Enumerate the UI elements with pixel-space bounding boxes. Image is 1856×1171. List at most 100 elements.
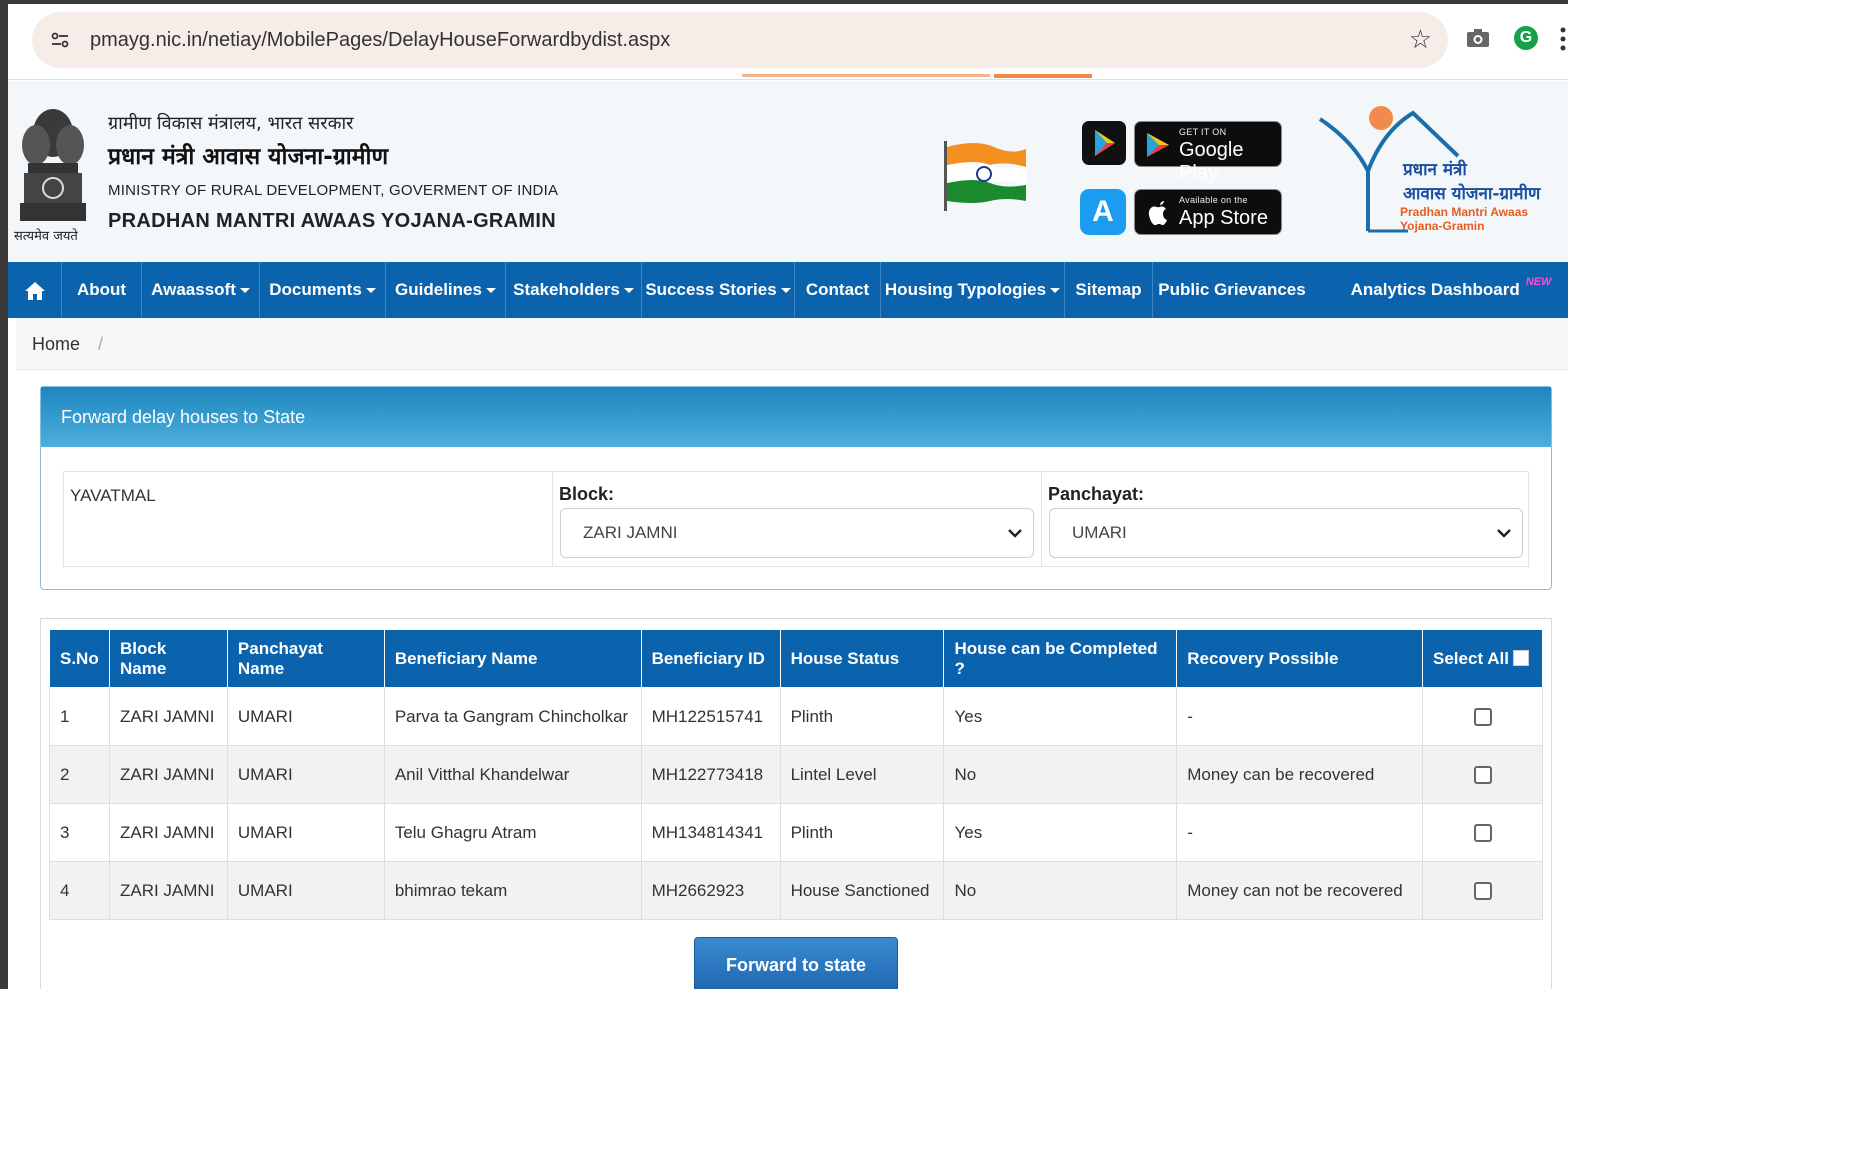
- forward-to-state-button[interactable]: Forward to state: [694, 937, 898, 989]
- nav-documents[interactable]: Documents: [260, 262, 386, 318]
- site-settings-icon[interactable]: [50, 30, 70, 50]
- row-checkbox[interactable]: [1473, 707, 1492, 726]
- nav-contact[interactable]: Contact: [795, 262, 881, 318]
- chevron-down-icon: [1008, 529, 1022, 538]
- nav-guidelines[interactable]: Guidelines: [386, 262, 506, 318]
- nav-stakeholders[interactable]: Stakeholders: [506, 262, 642, 318]
- cell-beneficiary-name: Anil Vitthal Khandelwar: [383, 745, 642, 804]
- google-play-badge[interactable]: GET IT ON Google Play: [1134, 121, 1282, 184]
- panchayat-select[interactable]: UMARI: [1049, 508, 1523, 558]
- chevron-down-icon: [365, 288, 376, 294]
- strip-dark: [994, 74, 1092, 78]
- nav-awaassoft[interactable]: Awaassoft: [142, 262, 260, 318]
- breadcrumb-home[interactable]: Home: [32, 334, 80, 355]
- strip-light: [742, 74, 990, 77]
- row-checkbox[interactable]: [1473, 881, 1492, 900]
- cell-panchayat: UMARI: [226, 861, 385, 920]
- row-checkbox[interactable]: [1473, 823, 1492, 842]
- nav-public-grievances[interactable]: Public Grievances: [1153, 262, 1311, 318]
- cell-sno: 3: [49, 803, 110, 862]
- camera-icon[interactable]: [1466, 28, 1490, 48]
- nav-awaassoft-label: Awaassoft: [151, 280, 236, 299]
- browser-toolbar: pmayg.nic.in/netiay/MobilePages/DelayHou…: [8, 4, 1568, 80]
- delay-houses-table: S.No Block Name Panchayat Name Beneficia…: [49, 629, 1543, 920]
- cell-sno: 1: [49, 687, 110, 746]
- logo-text-line1: प्रधान मंत्री: [1403, 160, 1467, 180]
- app-store-big-text: App Store: [1179, 207, 1268, 229]
- emblem-caption: सत्यमेव जयते: [14, 229, 78, 244]
- cell-sno: 4: [49, 861, 110, 920]
- site-header: सत्यमेव जयते ग्रामीण विकास मंत्रालय, भार…: [8, 81, 1568, 262]
- block-select-value: ZARI JAMNI: [583, 523, 678, 542]
- table-row: 3 ZARI JAMNI UMARI Telu Ghagru Atram MH1…: [49, 803, 1543, 862]
- home-icon: [24, 281, 45, 300]
- col-beneficiary-id: Beneficiary ID: [640, 629, 781, 688]
- cell-select: [1422, 687, 1543, 746]
- cell-house-status: Plinth: [779, 803, 945, 862]
- cell-house-status: Lintel Level: [779, 745, 945, 804]
- district-value: YAVATMAL: [70, 486, 156, 505]
- cell-panchayat: UMARI: [226, 745, 385, 804]
- col-beneficiary-name: Beneficiary Name: [383, 629, 642, 688]
- google-play-icon[interactable]: [1082, 121, 1126, 165]
- table-row: 4 ZARI JAMNI UMARI bhimrao tekam MH26629…: [49, 861, 1543, 920]
- new-badge: NEW: [1525, 276, 1552, 288]
- divider: [1041, 472, 1042, 566]
- ministry-english: MINISTRY OF RURAL DEVELOPMENT, GOVERMENT…: [108, 182, 559, 199]
- nav-analytics-dashboard-label: Analytics Dashboard: [1350, 280, 1520, 299]
- address-bar[interactable]: pmayg.nic.in/netiay/MobilePages/DelayHou…: [32, 12, 1448, 68]
- app-store-badge[interactable]: Available on the App Store: [1134, 189, 1282, 235]
- nav-contact-label: Contact: [805, 280, 870, 299]
- nav-success-stories[interactable]: Success Stories: [642, 262, 795, 318]
- select-all-checkbox[interactable]: [1512, 649, 1529, 666]
- chevron-down-icon: [239, 288, 250, 294]
- cell-select: [1422, 861, 1543, 920]
- cell-block: ZARI JAMNI: [108, 687, 228, 746]
- ministry-hindi: ग्रामीण विकास मंत्रालय, भारत सरकार: [108, 113, 354, 134]
- breadcrumb-separator: /: [98, 334, 104, 354]
- nav-housing-typologies[interactable]: Housing Typologies: [881, 262, 1065, 318]
- table-row: 1 ZARI JAMNI UMARI Parva ta Gangram Chin…: [49, 687, 1543, 746]
- col-block-name: Block Name: [108, 629, 228, 688]
- col-house-status: House Status: [779, 629, 945, 688]
- panchayat-label: Panchayat:: [1048, 484, 1145, 504]
- row-checkbox[interactable]: [1473, 765, 1492, 784]
- nav-sitemap[interactable]: Sitemap: [1065, 262, 1153, 318]
- block-select[interactable]: ZARI JAMNI: [560, 508, 1034, 558]
- chevron-down-icon: [623, 288, 634, 294]
- cell-house-status: Plinth: [779, 687, 945, 746]
- cell-completed: Yes: [943, 803, 1178, 862]
- grammarly-extension-icon[interactable]: G: [1514, 26, 1538, 50]
- app-store-icon[interactable]: A: [1080, 189, 1126, 235]
- cell-recovery: Money can not be recovered: [1176, 861, 1424, 920]
- cell-block: ZARI JAMNI: [108, 861, 228, 920]
- nav-public-grievances-label: Public Grievances: [1158, 280, 1306, 299]
- select-all-label: Select All: [1433, 648, 1509, 668]
- bookmark-star-icon[interactable]: ☆: [1409, 26, 1432, 52]
- url-text[interactable]: pmayg.nic.in/netiay/MobilePages/DelayHou…: [90, 29, 670, 52]
- col-select-all: Select All: [1422, 629, 1543, 688]
- divider: [552, 472, 553, 566]
- cell-block: ZARI JAMNI: [108, 745, 228, 804]
- nav-analytics-dashboard[interactable]: Analytics Dashboard NEW: [1338, 262, 1564, 318]
- nav-housing-typologies-label: Housing Typologies: [884, 280, 1047, 299]
- cell-completed: Yes: [943, 687, 1178, 746]
- filter-panel: Forward delay houses to State YAVATMAL B…: [40, 386, 1552, 590]
- cell-beneficiary-id: MH2662923: [640, 861, 781, 920]
- page-frame: pmayg.nic.in/netiay/MobilePages/DelayHou…: [0, 0, 1568, 989]
- chevron-down-icon: [485, 288, 496, 294]
- nav-about[interactable]: About: [62, 262, 142, 318]
- chevron-down-icon: [780, 288, 791, 294]
- nav-home[interactable]: [8, 262, 62, 318]
- app-store-small-text: Available on the: [1179, 195, 1248, 205]
- india-flag-icon: [944, 141, 1026, 211]
- more-menu-icon[interactable]: [1560, 26, 1566, 52]
- panel-header: Forward delay houses to State: [41, 387, 1551, 447]
- col-recovery-possible: Recovery Possible: [1176, 629, 1424, 688]
- nav-success-stories-label: Success Stories: [645, 280, 777, 299]
- cell-completed: No: [943, 745, 1178, 804]
- panchayat-select-value: UMARI: [1072, 523, 1127, 542]
- scheme-english: PRADHAN MANTRI AWAAS YOJANA-GRAMIN: [108, 210, 556, 232]
- page-top-strip: [742, 74, 1092, 80]
- nav-documents-label: Documents: [269, 280, 362, 299]
